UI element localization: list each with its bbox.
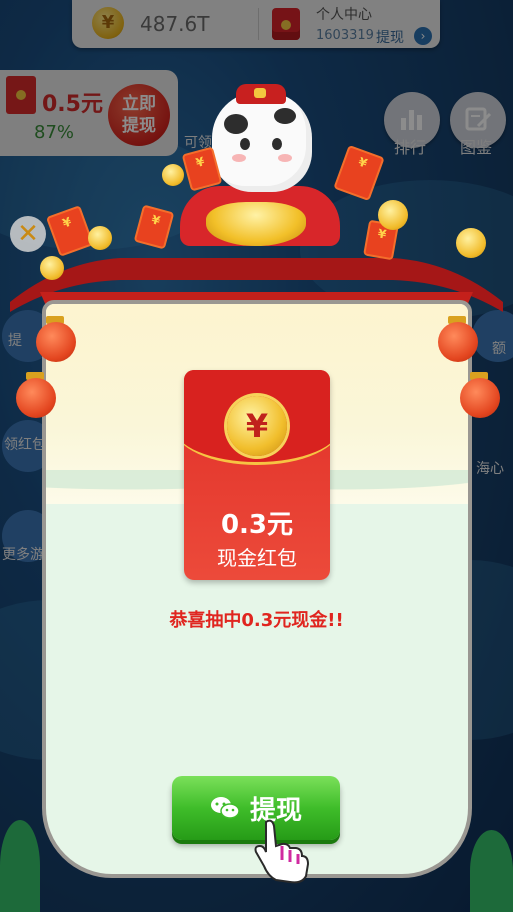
envelope-description: 现金红包 [217, 546, 297, 570]
flying-coin-icon [88, 226, 112, 250]
red-envelope-card: ¥ 0.3元 现金红包 [184, 370, 330, 580]
seaweed-decoration [470, 830, 513, 912]
lantern-icon [36, 322, 76, 362]
lantern-icon [16, 378, 56, 418]
wechat-icon [211, 797, 240, 819]
yen-coin-icon: ¥ [227, 396, 287, 456]
envelope-amount: 0.3元 [220, 510, 294, 540]
lantern-icon [460, 378, 500, 418]
congrats-message: 恭喜抽中0.3元现金!! [169, 610, 344, 631]
seaweed-decoration [0, 820, 40, 912]
flying-coin-icon [162, 164, 184, 186]
hat-gem [254, 88, 266, 98]
flying-coin-icon [378, 200, 408, 230]
gold-ingot-icon [206, 202, 306, 246]
cow-mascot [212, 92, 312, 192]
flying-coin-icon [456, 228, 486, 258]
pointing-hand-icon [254, 819, 310, 884]
lantern-icon [438, 322, 478, 362]
flying-coin-icon [40, 256, 64, 280]
